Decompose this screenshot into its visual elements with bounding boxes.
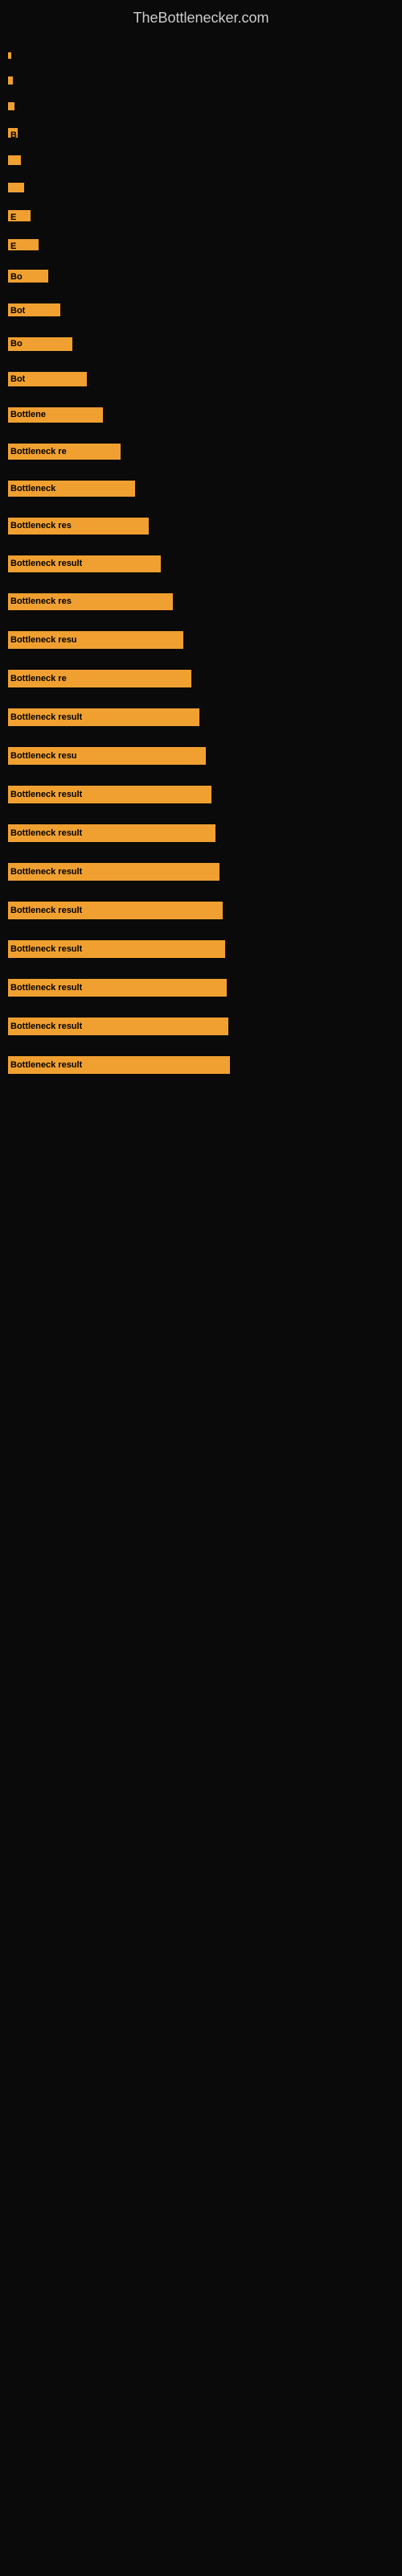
bar-label: Bot [8, 304, 25, 317]
bar-row: Bottleneck result [0, 1048, 402, 1082]
bar-label: Bottleneck result [8, 902, 82, 919]
bar-row: E [0, 204, 402, 228]
bar-row: Bottleneck result [0, 971, 402, 1005]
bar-row [0, 46, 402, 65]
bar-label: Bottleneck resu [8, 747, 77, 765]
bar-label: E [8, 212, 16, 223]
bar-label: Bottleneck result [8, 940, 82, 958]
bar-block: Bottleneck result [8, 863, 219, 881]
bar-block: Bottleneck resu [8, 747, 206, 765]
bar-label: Bottlene [8, 407, 46, 423]
bar-block [8, 102, 14, 110]
bar-block: Bottleneck re [8, 670, 191, 687]
bar-row: Bottleneck result [0, 778, 402, 811]
bar-row: Bottleneck res [0, 510, 402, 543]
bar-label: Bottleneck result [8, 1056, 82, 1074]
bar-row: Bottleneck [0, 473, 402, 505]
bar-label: B [8, 130, 17, 140]
bar-label: Bo [8, 337, 23, 351]
chart-area: B E E Bo Bot Bo Bot Bottlene Bottleneck re Bottle… [0, 33, 402, 1090]
bar-row: Bottleneck result [0, 894, 402, 927]
bar-block: Bottleneck [8, 481, 135, 497]
bar-row: Bottleneck result [0, 547, 402, 580]
page-wrapper: TheBottlenecker.com B E E Bo Bot Bo Bot Bottlen… [0, 0, 402, 1090]
bar-label: Bottleneck result [8, 824, 82, 842]
bar-label: Bottleneck result [8, 979, 82, 997]
bar-row [0, 96, 402, 117]
bar-row [0, 70, 402, 91]
bar-block: Bottlene [8, 407, 103, 423]
bar-block: Bottleneck re [8, 444, 121, 460]
bar-block: Bot [8, 303, 60, 316]
bar-label: Bottleneck result [8, 555, 82, 572]
bar-label: Bottleneck result [8, 786, 82, 803]
site-header: TheBottlenecker.com [0, 0, 402, 33]
bar-block: Bottleneck result [8, 786, 211, 803]
bar-row: Bottleneck resu [0, 623, 402, 657]
bar-label: E [8, 241, 16, 252]
bar-block: Bottleneck result [8, 555, 161, 572]
bar-block [8, 183, 24, 192]
bar-block: B [8, 128, 18, 138]
bar-row: E [0, 233, 402, 257]
bar-row [0, 149, 402, 171]
bar-block [8, 155, 21, 165]
bar-block: Bottleneck result [8, 1018, 228, 1035]
bar-row: Bo [0, 262, 402, 291]
bar-block [8, 76, 13, 85]
bar-block: E [8, 210, 31, 221]
bar-row [0, 176, 402, 199]
bar-label: Bot [8, 372, 25, 386]
bar-row: B [0, 122, 402, 144]
bar-block: E [8, 239, 39, 250]
bar-block: Bo [8, 270, 48, 283]
bar-block: Bottleneck res [8, 518, 149, 535]
bar-block: Bottleneck res [8, 593, 173, 610]
bar-row: Bot [0, 295, 402, 324]
bar-block: Bottleneck result [8, 902, 223, 919]
bar-row: Bottleneck result [0, 1009, 402, 1043]
bar-block: Bot [8, 372, 87, 386]
site-title: TheBottlenecker.com [0, 0, 402, 33]
bar-block: Bottleneck result [8, 708, 199, 726]
bar-label: Bottleneck re [8, 444, 67, 460]
bar-block: Bottleneck result [8, 979, 227, 997]
bar-block: Bottleneck result [8, 940, 225, 958]
bar-block: Bottleneck resu [8, 631, 183, 649]
bar-row: Bottleneck result [0, 932, 402, 966]
bar-block: Bo [8, 337, 72, 351]
bar-label: Bottleneck res [8, 518, 72, 535]
bar-row: Bottleneck result [0, 855, 402, 889]
bar-label: Bottleneck result [8, 1018, 82, 1035]
bar-block: Bottleneck result [8, 824, 215, 842]
bar-row: Bottlene [0, 399, 402, 431]
bar-row: Bo [0, 329, 402, 359]
bar-row: Bottleneck re [0, 436, 402, 468]
bar-label: Bo [8, 270, 23, 283]
bar-label: Bottleneck resu [8, 631, 77, 649]
bar-label: Bottleneck re [8, 670, 67, 687]
bar-row: Bot [0, 364, 402, 394]
bar-row: Bottleneck result [0, 816, 402, 850]
bar-row: Bottleneck resu [0, 739, 402, 773]
bar-block: Bottleneck result [8, 1056, 230, 1074]
bar-row: Bottleneck result [0, 700, 402, 734]
bar-label: Bottleneck result [8, 863, 82, 881]
bar-block [8, 52, 11, 59]
bar-row: Bottleneck res [0, 585, 402, 618]
bar-label: Bottleneck [8, 481, 55, 497]
bar-row: Bottleneck re [0, 662, 402, 696]
bar-label: Bottleneck result [8, 708, 82, 726]
bar-label: Bottleneck res [8, 593, 72, 610]
